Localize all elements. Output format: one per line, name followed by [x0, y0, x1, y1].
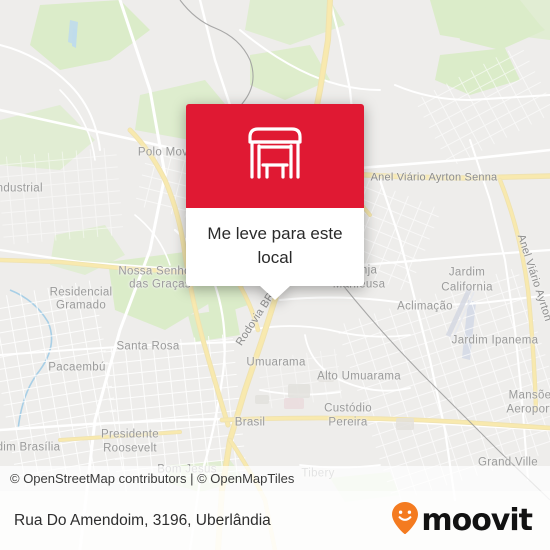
bottom-info-bar: Rua Do Amendoim, 3196, Uberlândia moovit [0, 491, 550, 550]
destination-callout-card[interactable]: Me leve para este local [186, 104, 364, 300]
address-label: Rua Do Amendoim, 3196, Uberlândia [14, 511, 271, 529]
attribution-text[interactable]: © OpenStreetMap contributors | © OpenMap… [10, 471, 294, 486]
callout-pointer-tail [260, 286, 290, 300]
moovit-map-screenshot: Polo MoveleiroIndustrialAnel Viário Ayrt… [0, 0, 550, 550]
callout-text-panel: Me leve para este local [186, 208, 364, 286]
moovit-wordmark: moovit [421, 502, 533, 538]
callout-icon-panel [186, 104, 364, 208]
moovit-logo[interactable]: moovit [391, 501, 533, 540]
map-attribution-bar: © OpenStreetMap contributors | © OpenMap… [0, 466, 550, 491]
callout-label-line2: local [257, 248, 293, 267]
callout-label-line1: Me leve para este [207, 224, 343, 243]
bus-shelter-icon [238, 125, 312, 188]
moovit-pin-icon [391, 501, 419, 540]
